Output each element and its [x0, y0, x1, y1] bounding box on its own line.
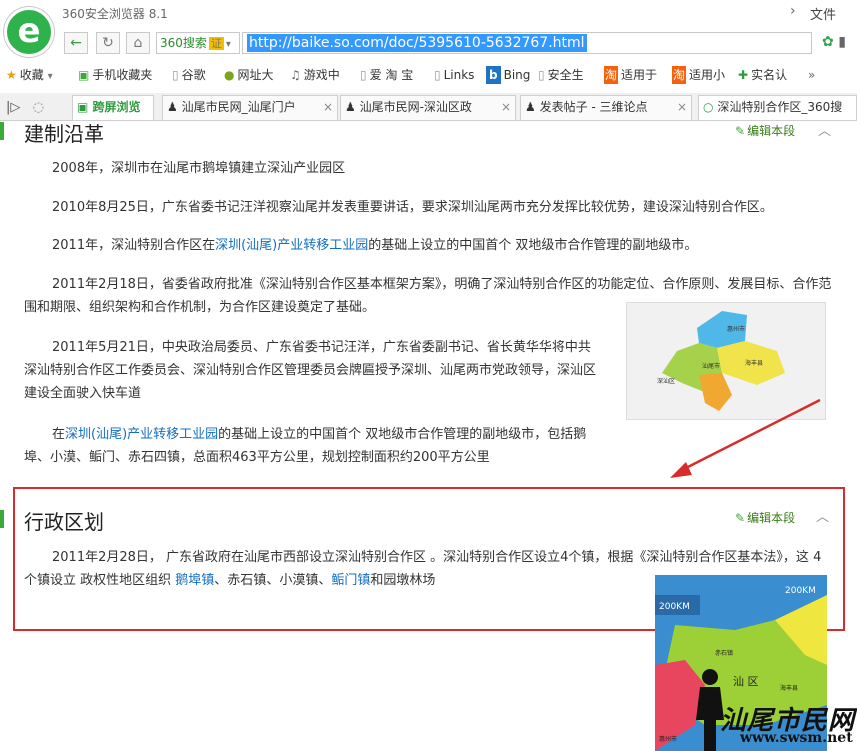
map-label: 海丰县 [745, 359, 763, 367]
town-name: 小漠镇 [279, 573, 319, 588]
pencil-icon: ✎ [735, 511, 746, 525]
page-icon: ▯ [538, 68, 545, 82]
paragraph: 2011年，深汕特别合作区在深圳(汕尾)产业转移工业园的基础上设立的中国首个 双… [52, 238, 698, 253]
industry-park-link[interactable]: 深圳(汕尾)产业转移工业园 [65, 427, 218, 442]
tab-item[interactable]: ♟ 汕尾市民网-深汕区政 × [340, 95, 516, 120]
annotation-arrow [670, 398, 821, 478]
gamepad-icon: ♫ [290, 68, 301, 82]
edit-section-button[interactable]: ✎ 编辑本段 [735, 509, 795, 526]
bookmark-item[interactable]: ● 网址大 [224, 66, 274, 84]
map-label: 惠州市 [659, 735, 677, 743]
tab-controls[interactable]: |▷ ◌ [6, 100, 44, 115]
industry-park-link[interactable]: 深圳(汕尾)产业转移工业园 [215, 238, 368, 253]
file-menu[interactable]: 文件 [810, 4, 836, 23]
tab-item-active[interactable]: ○ 深汕特别合作区_360搜 [698, 95, 857, 120]
town-name: 赤石镇 [227, 573, 267, 588]
phone-icon: ▣ [78, 68, 90, 82]
section-title: 建制沿革 [24, 122, 104, 146]
cert-badge: 证 [208, 37, 224, 50]
chevron-down-icon: ▾ [225, 39, 231, 50]
chevron-right-icon[interactable]: › [790, 3, 796, 19]
bookmark-item[interactable]: ▯ 安全生 [538, 66, 584, 84]
bookmark-item[interactable]: 淘适用于 [604, 66, 657, 84]
paragraph: 2010年8月25日，广东省委书记汪洋视察汕尾并发表重要讲话，要求深圳汕尾两市充… [52, 200, 773, 215]
bookmark-item[interactable]: ▣ 手机收藏夹 [78, 66, 152, 84]
page-content: 建制沿革 ✎ 编辑本段 ︿ 2008年，深圳市在汕尾市鹅埠镇建立深汕产业园区 20… [0, 122, 857, 751]
page-icon: ▯ [172, 68, 179, 82]
map-label: 海丰县 [780, 684, 798, 692]
watermark-url: www.swsm.net [740, 730, 853, 746]
back-button[interactable]: ← [64, 32, 88, 54]
url-text[interactable]: http://baike.so.com/doc/5395610-5632767.… [247, 34, 587, 52]
town-link[interactable]: 鹅埠镇 [175, 573, 214, 588]
paragraph: 在深圳(汕尾)产业转移工业园的基础上设立的中国首个 双地级市合作管理的副地级市，… [24, 427, 587, 465]
section-marker [0, 510, 4, 528]
town-link[interactable]: 鲘门镇 [331, 573, 370, 588]
collapse-icon[interactable]: ︿ [818, 122, 831, 139]
double-chevron-icon: » [808, 68, 816, 82]
bookmark-item[interactable]: ♫ 游戏中 [290, 66, 340, 84]
site-icon: ♟ [167, 100, 178, 114]
collapse-icon[interactable]: ︿ [816, 506, 829, 525]
nav-extra-icons[interactable]: ✿ ▮ [822, 34, 846, 50]
verify-icon: ✚ [738, 68, 749, 82]
search-icon: ○ [703, 100, 714, 114]
map-label: 深汕区 [657, 377, 675, 385]
taobao-icon: 淘 [672, 66, 687, 84]
cross-screen-icon: ▣ [77, 100, 89, 114]
search-engine-select[interactable]: 360搜索证 ▾ [156, 32, 240, 54]
paragraph: 2008年，深圳市在汕尾市鹅埠镇建立深汕产业园区 [52, 161, 346, 176]
extension-icon[interactable]: ✿ [822, 34, 834, 50]
globe-icon: ● [224, 68, 235, 82]
close-icon[interactable]: × [677, 96, 687, 119]
page-icon: ▯ [434, 68, 441, 82]
map-label: 200KM [785, 586, 816, 596]
map-label: 赤石镇 [715, 649, 733, 657]
address-bar[interactable]: http://baike.so.com/doc/5395610-5632767.… [242, 32, 812, 54]
app-title: 360安全浏览器 8.1 [62, 7, 168, 21]
bookmark-item[interactable]: ✚ 实名认 [738, 66, 787, 84]
more-bookmarks-button[interactable]: » [808, 66, 818, 84]
search-engine-label: 360搜索 [160, 36, 207, 50]
close-icon[interactable]: × [323, 96, 333, 119]
home-button[interactable]: ⌂ [126, 32, 150, 54]
tab-cross-screen[interactable]: ▣ 跨屏浏览 [72, 95, 154, 120]
browser-logo-icon[interactable]: e [4, 7, 54, 57]
map-label: 200KM [659, 602, 690, 612]
bookmark-item[interactable]: ▯ 爱 淘 宝 [360, 66, 413, 84]
pencil-icon: ✎ [735, 124, 746, 138]
taobao-icon: 淘 [604, 66, 619, 84]
bookmark-item[interactable]: ▯ 谷歌 [172, 66, 206, 84]
site-icon: ♟ [525, 100, 536, 114]
cloud-icon: ◌ [32, 100, 45, 115]
tab-item[interactable]: ♟ 汕尾市民网_汕尾门户 × [162, 95, 338, 120]
menu-icon[interactable]: ▮ [838, 34, 846, 50]
bookmark-item[interactable]: ★ 收藏 ▾ [6, 66, 53, 84]
edit-section-button[interactable]: ✎ 编辑本段 [735, 122, 795, 139]
star-icon: ★ [6, 68, 17, 82]
bookmark-item[interactable]: ▯ Links [434, 66, 474, 84]
section-title: 行政区划 [24, 510, 104, 534]
bing-icon: b [486, 66, 501, 84]
close-icon[interactable]: × [501, 96, 511, 119]
map-label: 汕 区 [733, 675, 759, 688]
sidebar-toggle-icon: |▷ [6, 100, 21, 115]
bookmark-item[interactable]: 淘适用小 [672, 66, 725, 84]
section-marker [0, 122, 4, 140]
bookmark-item[interactable]: b Bing [486, 66, 530, 84]
map-label: 惠州市 [727, 325, 745, 333]
refresh-button[interactable]: ↻ [96, 32, 120, 54]
site-icon: ♟ [345, 100, 356, 114]
tab-item[interactable]: ♟ 发表帖子 - 三维论点 × [520, 95, 692, 120]
map-label: 汕尾市 [702, 362, 720, 370]
page-icon: ▯ [360, 68, 367, 82]
paragraph: 2011年5月21日，中央政治局委员、广东省委书记汪洋，广东省委副书记、省长黄华… [24, 340, 597, 401]
